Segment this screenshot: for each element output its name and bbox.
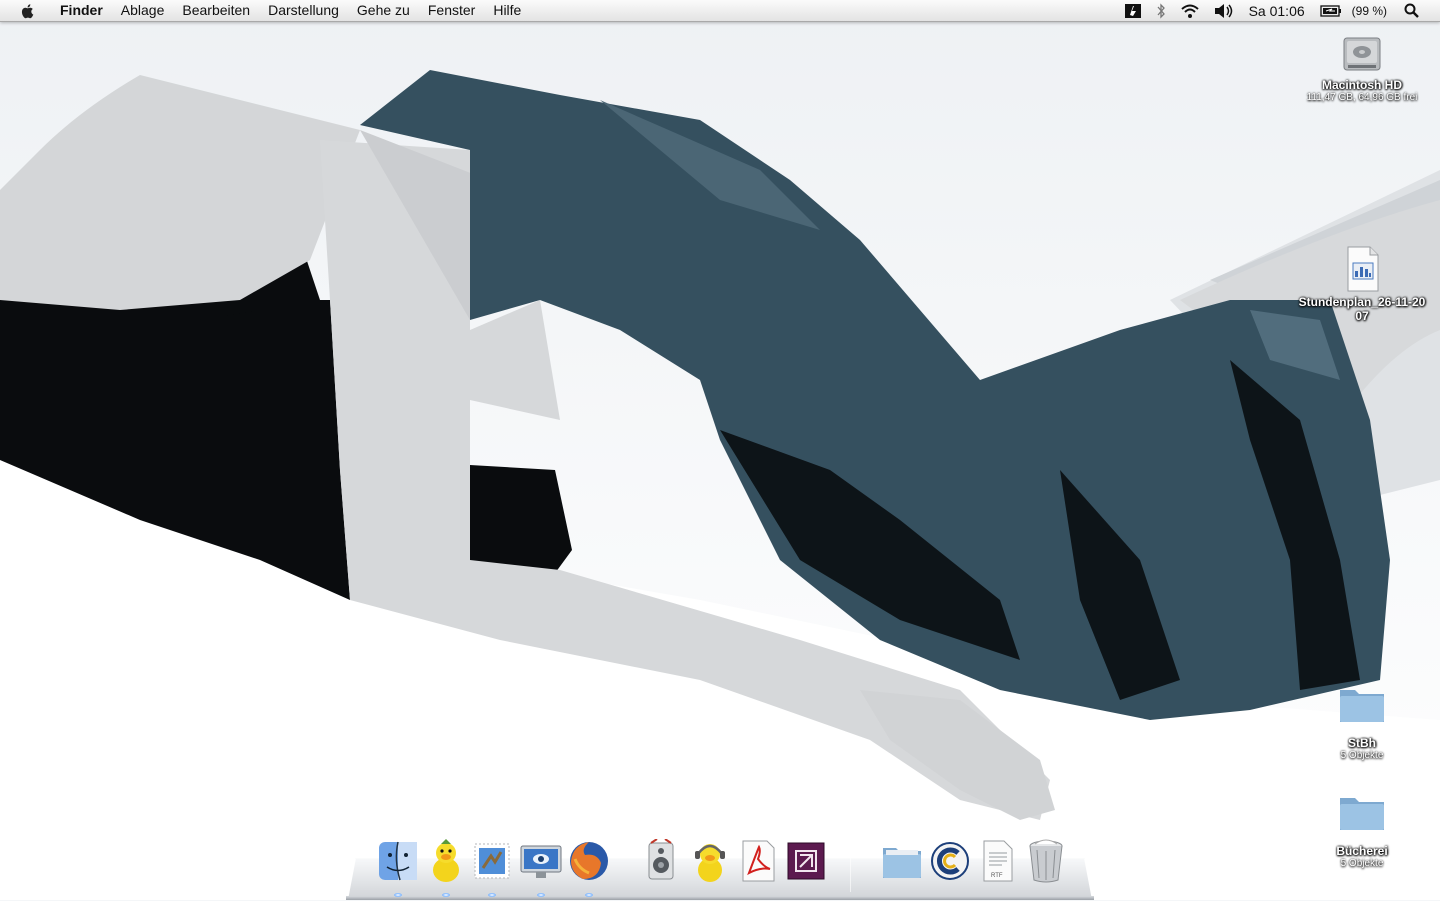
rtf-document-icon: RTF	[983, 840, 1013, 882]
folder-label: StBh	[1348, 736, 1376, 750]
menu-hilfe[interactable]: Hilfe	[484, 0, 530, 21]
dock-item-display[interactable]	[518, 838, 564, 884]
dock-running-indicator	[585, 893, 593, 897]
dock-item-speaker[interactable]	[638, 838, 684, 884]
dock-item-finder[interactable]	[375, 838, 421, 884]
dock-running-indicator	[488, 893, 496, 897]
dock-running-indicator	[537, 893, 545, 897]
battery-icon[interactable]	[1320, 4, 1342, 17]
dock-item-rtf-document[interactable]: RTF	[975, 838, 1021, 884]
finder-icon	[379, 841, 417, 881]
acrobat-icon	[742, 840, 775, 882]
desktop-icon-folder-stbh[interactable]: StBh 5 Objekte	[1292, 684, 1432, 762]
file-label: Stundenplan_26-11-2007	[1298, 295, 1426, 323]
bluetooth-icon[interactable]	[1156, 2, 1166, 19]
folder-item-count: 5 Objekte	[1340, 750, 1384, 761]
spotlight-search-icon[interactable]	[1404, 3, 1420, 19]
menu-bar: Finder Ablage Bearbeiten Darstellung Geh…	[0, 0, 1440, 22]
folder-icon	[1340, 798, 1384, 830]
spreadsheet-document-icon	[1347, 246, 1379, 292]
trash-icon	[1029, 839, 1063, 883]
adium-duck-icon	[433, 839, 459, 882]
dock-item-purple-app[interactable]	[783, 838, 829, 884]
drive-label: Macintosh HD	[1321, 78, 1402, 92]
desktop-icon-stundenplan[interactable]: Stundenplan_26-11-2007	[1292, 245, 1432, 323]
desktop-icon-folder-buecherei[interactable]: Bücherei 5 Objekte	[1292, 792, 1432, 870]
dock-running-indicator	[442, 893, 450, 897]
firefox-icon	[570, 842, 608, 880]
battery-percentage[interactable]: (99 %)	[1352, 4, 1387, 18]
menu-extras: Sa 01:06 (99 %)	[1117, 0, 1440, 21]
desktop-icon-macintosh-hd[interactable]: Macintosh HD 111,47 GB, 64,96 GB frei	[1292, 30, 1432, 104]
duck-headphones-icon	[695, 844, 725, 882]
volume-icon[interactable]	[1214, 3, 1234, 19]
menubar-clock[interactable]: Sa 01:06	[1249, 3, 1305, 19]
folder-item-count: 5 Objekte	[1340, 858, 1384, 869]
dock-separator	[850, 852, 851, 892]
menu-finder[interactable]: Finder	[51, 0, 112, 21]
c-logo-icon	[931, 842, 969, 880]
dock-item-acrobat[interactable]	[735, 838, 781, 884]
speaker-icon	[648, 839, 674, 880]
menu-darstellung[interactable]: Darstellung	[259, 0, 348, 21]
purple-app-icon	[787, 842, 825, 880]
wifi-icon[interactable]	[1180, 3, 1200, 19]
desktop-wallpaper	[0, 0, 1440, 900]
folder-label: Bücherei	[1336, 844, 1388, 858]
menu-ablage[interactable]: Ablage	[112, 0, 174, 21]
svg-text:RTF: RTF	[991, 873, 1003, 879]
dock-item-mail[interactable]	[469, 838, 515, 884]
hard-drive-icon	[1343, 37, 1381, 71]
dock-item-trash[interactable]	[1023, 838, 1069, 884]
dock-item-c-app[interactable]	[927, 838, 973, 884]
menu-gehe-zu[interactable]: Gehe zu	[348, 0, 419, 21]
menu-fenster[interactable]: Fenster	[419, 0, 484, 21]
apple-logo-icon[interactable]	[19, 2, 37, 20]
dock-edge	[346, 896, 1094, 900]
dock-item-adium[interactable]	[423, 838, 469, 884]
script-menu-icon[interactable]	[1124, 3, 1142, 19]
drive-capacity: 111,47 GB, 64,96 GB frei	[1306, 92, 1418, 103]
dock-item-documents-stack[interactable]	[879, 838, 925, 884]
dock-item-firefox[interactable]	[566, 838, 612, 884]
dock-running-indicator	[394, 893, 402, 897]
dock-item-adium-headphones[interactable]	[687, 838, 733, 884]
folder-icon	[1340, 690, 1384, 722]
folder-stack-icon	[883, 848, 921, 878]
display-icon	[520, 845, 562, 878]
mail-stamp-icon	[474, 843, 510, 879]
menu-bearbeiten[interactable]: Bearbeiten	[173, 0, 259, 21]
